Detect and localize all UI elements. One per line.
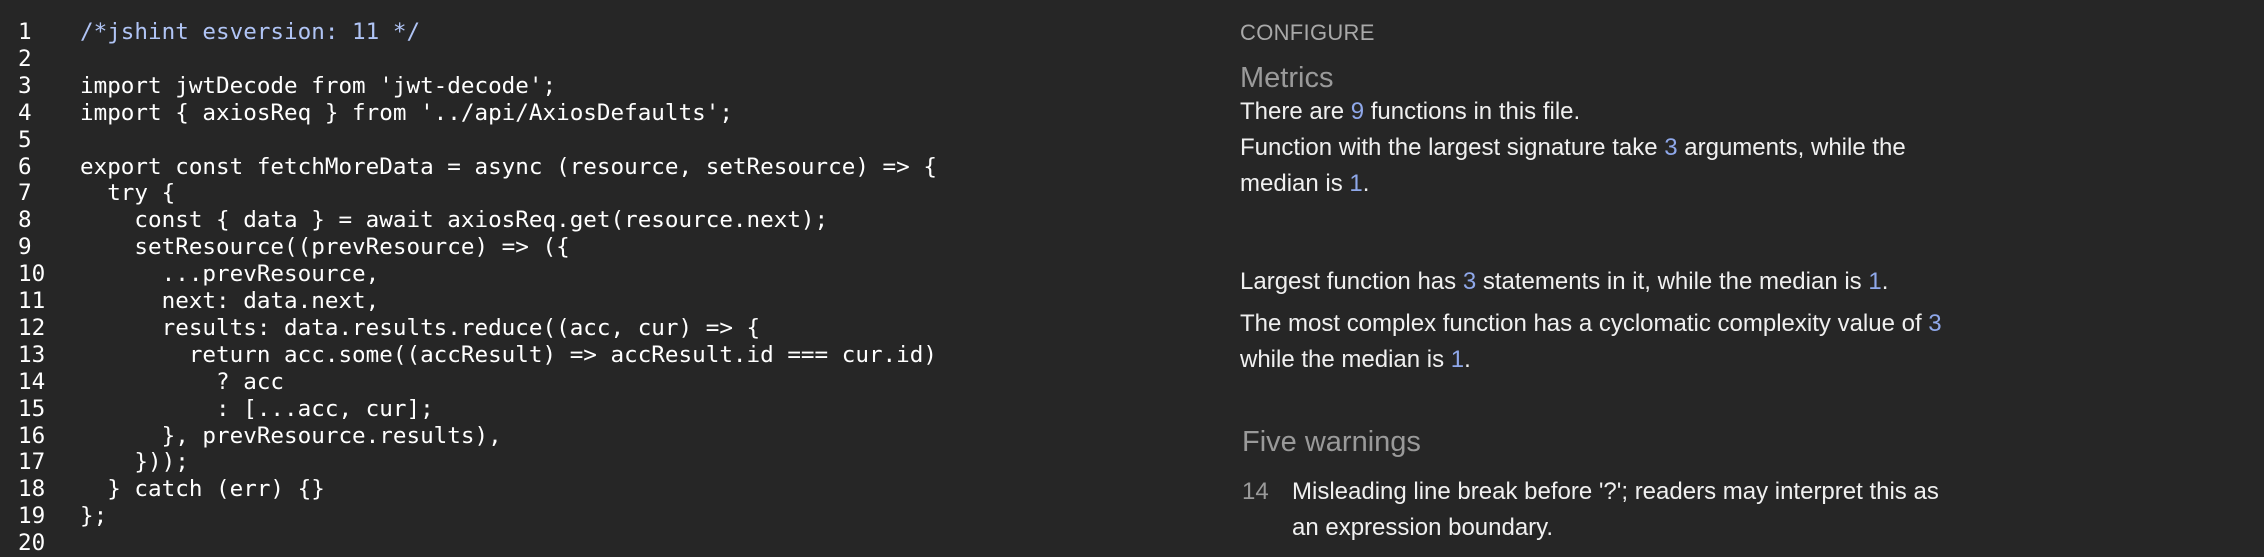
median-complexity-value: 1 <box>1450 346 1465 373</box>
code-text[interactable]: /*jshint esversion: 11 */ <box>80 19 420 46</box>
metrics-heading: Metrics <box>1240 62 1334 94</box>
max-statements-value: 3 <box>1462 268 1477 295</box>
text: There are <box>1240 98 1351 125</box>
code-text[interactable]: return acc.some((accResult) => accResult… <box>80 342 937 369</box>
text: functions in this file. <box>1364 98 1581 125</box>
line-number: 7 <box>18 180 32 207</box>
code-text[interactable]: }, prevResource.results), <box>80 423 502 450</box>
line-number: 9 <box>18 234 32 261</box>
line-number: 10 <box>18 261 46 288</box>
text: statements in it, while the median is <box>1476 268 1869 295</box>
code-text[interactable]: import { axiosReq } from '../api/AxiosDe… <box>80 100 733 127</box>
code-text[interactable]: })); <box>80 449 188 476</box>
code-text[interactable]: ? acc <box>80 369 284 396</box>
code-text[interactable]: }; <box>80 503 107 530</box>
metric-signature: Function with the largest signature take… <box>1240 130 1970 202</box>
configure-link[interactable]: CONFIGURE <box>1240 20 1375 46</box>
text: . <box>1464 346 1471 373</box>
code-text[interactable]: results: data.results.reduce((acc, cur) … <box>80 315 761 342</box>
code-text[interactable]: } catch (err) {} <box>80 476 325 503</box>
max-args-value: 3 <box>1664 134 1678 161</box>
code-text[interactable]: ...prevResource, <box>80 261 380 288</box>
code-text[interactable]: export const fetchMoreData = async (reso… <box>80 154 937 181</box>
code-text[interactable]: setResource((prevResource) => ({ <box>80 234 569 261</box>
line-number: 4 <box>18 99 32 126</box>
metric-function-count: There are 9 functions in this file. <box>1240 94 1980 130</box>
warning-message: Misleading line break before '?'; reader… <box>1292 478 1939 541</box>
code-text[interactable]: : [...acc, cur]; <box>80 396 434 423</box>
line-number: 12 <box>18 314 46 341</box>
text: The most complex function has a cyclomat… <box>1240 310 1929 337</box>
median-statements-value: 1 <box>1868 268 1882 295</box>
line-number: 17 <box>18 449 46 476</box>
line-number: 5 <box>18 126 32 153</box>
line-number: 1 <box>18 19 32 45</box>
text: . <box>1362 170 1370 197</box>
line-number: 6 <box>18 153 32 180</box>
line-number: 18 <box>18 476 46 503</box>
report-panel: CONFIGURE Metrics There are 9 functions … <box>1240 0 1980 552</box>
warning-line-number: 14 <box>1242 478 1269 505</box>
line-number: 8 <box>18 207 32 234</box>
function-count-value: 9 <box>1350 98 1365 125</box>
line-number: 14 <box>18 368 46 395</box>
text: while the median is <box>1240 346 1451 373</box>
line-number: 19 <box>18 503 46 530</box>
metric-statements: Largest function has 3 statements in it,… <box>1240 264 1980 300</box>
max-complexity-value: 3 <box>1928 310 1942 337</box>
median-args-value: 1 <box>1349 170 1363 197</box>
line-number: 20 <box>18 530 46 557</box>
line-number: 11 <box>18 288 46 314</box>
line-number: 3 <box>18 72 32 99</box>
code-editor[interactable]: 1 /*jshint esversion: 11 */ 2 3 import jwtDe… <box>0 0 1200 556</box>
line-number: 2 <box>18 45 32 72</box>
metric-complexity: The most complex function has a cyclomat… <box>1240 306 1960 378</box>
code-text[interactable]: import jwtDecode from 'jwt-decode'; <box>80 73 556 100</box>
code-text[interactable]: const { data } = await axiosReq.get(reso… <box>80 207 828 234</box>
text: . <box>1881 268 1889 295</box>
code-text[interactable]: next: data.next, <box>80 288 380 315</box>
code-text[interactable]: try { <box>80 180 175 207</box>
line-number: 15 <box>18 395 46 422</box>
warnings-heading: Five warnings <box>1242 426 1421 458</box>
text: Function with the largest signature take <box>1240 134 1665 161</box>
line-number: 13 <box>18 341 46 368</box>
text: Largest function has <box>1240 268 1463 295</box>
line-number: 16 <box>18 422 46 449</box>
